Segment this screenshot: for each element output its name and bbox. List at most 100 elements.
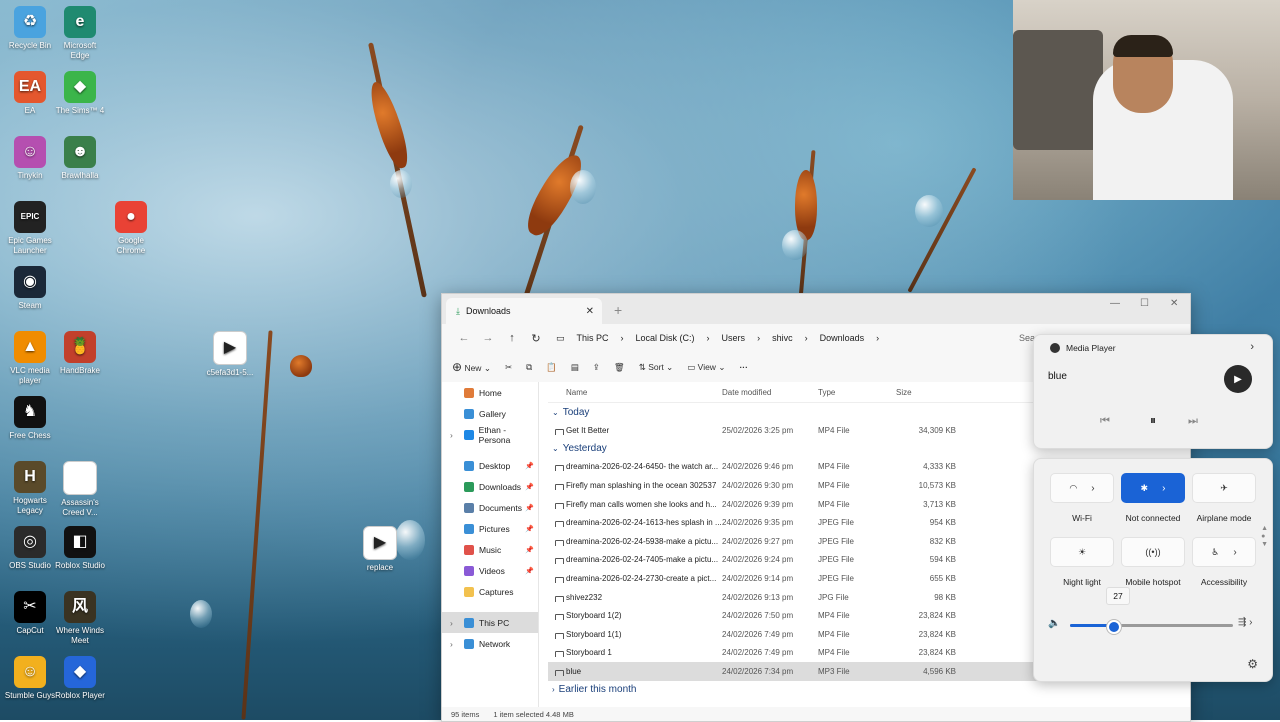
desktop-icon[interactable]: Assassin's Creed V... [54, 461, 106, 518]
pause-button[interactable]: ⏸ [1142, 413, 1164, 433]
chevron-right-icon[interactable]: › [1250, 341, 1254, 353]
desktop-icon-label: replace [366, 563, 394, 572]
view-button[interactable]: ▭ View ⌄ [687, 362, 725, 373]
nav-item-pictures[interactable]: Pictures 📌 [442, 518, 538, 539]
chevron-right-icon[interactable]: › [876, 333, 879, 343]
desktop-icon[interactable]: ◉ Steam [4, 266, 56, 311]
breadcrumb-item[interactable]: Local Disk (C:) [636, 333, 695, 343]
chevron-right-icon[interactable]: › [805, 333, 808, 343]
desktop-icon[interactable]: ♻ Recycle Bin [4, 6, 56, 51]
tab-downloads[interactable]: ⤓ Downloads ✕ [446, 298, 602, 324]
desktop-icon[interactable]: ✂ CapCut [4, 591, 56, 636]
desktop-icon[interactable]: ● Google Chrome [105, 201, 157, 256]
desktop-icon[interactable]: 🍍 HandBrake [54, 331, 106, 376]
file-type: MP4 File [818, 480, 850, 490]
tile-wi-fi[interactable]: ◠ › [1050, 473, 1114, 503]
desktop-icon[interactable]: e Microsoft Edge [54, 6, 106, 61]
audio-output-icon[interactable]: ⇶ › [1238, 617, 1253, 628]
column-header[interactable]: Date modified [722, 388, 818, 397]
nav-item-home[interactable]: Home [442, 382, 538, 403]
close-tab-icon[interactable]: ✕ [586, 306, 594, 317]
nav-item-documents[interactable]: Documents 📌 [442, 497, 538, 518]
column-header[interactable]: Type [818, 388, 888, 397]
chevron-right-icon[interactable]: › [621, 333, 624, 343]
next-track-button[interactable]: ⏭ [1188, 415, 1198, 428]
desktop-icon[interactable]: ☺ Stumble Guys [4, 656, 56, 701]
paste-icon[interactable]: 📋 [546, 362, 557, 373]
file-name: dreamina-2026-02-24-5938-make a pictu... [548, 537, 722, 546]
nav-item-videos[interactable]: Videos 📌 [442, 560, 538, 581]
desktop-icon[interactable]: ☻ Brawlhalla [54, 136, 106, 181]
desktop-icon[interactable]: ◧ Roblox Studio [54, 526, 106, 571]
chevron-right-icon[interactable]: › [757, 333, 760, 343]
nav-item-downloads[interactable]: Downloads 📌 [442, 476, 538, 497]
previous-track-button[interactable]: ⏮ [1100, 415, 1110, 428]
nav-item-music[interactable]: Music 📌 [442, 539, 538, 560]
breadcrumb-items: This PC › Local Disk (C:) › Users › shivc › Down… [577, 333, 880, 343]
breadcrumb-item[interactable]: shivc [772, 333, 793, 343]
desktop-icon[interactable]: ♞ Free Chess [4, 396, 56, 441]
copy-icon[interactable]: ⧉ [526, 362, 532, 373]
chevron-right-icon[interactable]: › [450, 639, 453, 649]
speaker-icon[interactable]: 🔈 [1048, 618, 1060, 629]
desktop-icon[interactable]: ◆ The Sims™ 4 [54, 71, 106, 116]
desktop-icon[interactable]: EA EA [4, 71, 56, 116]
minimize-icon[interactable]: — [1110, 298, 1120, 309]
chevron-right-icon[interactable]: › [707, 333, 710, 343]
up-icon[interactable]: ↑ [500, 332, 524, 344]
tile-accessibility[interactable]: ♿ › [1192, 537, 1256, 567]
back-icon[interactable]: ← [452, 332, 476, 344]
volume-thumb[interactable] [1107, 620, 1121, 634]
tile-mobile-hotspot[interactable]: ((•)) [1121, 537, 1185, 567]
delete-icon[interactable]: 🗑 [614, 362, 625, 373]
nav-item-gallery[interactable]: Gallery [442, 403, 538, 424]
more-icon[interactable]: ··· [739, 362, 748, 372]
breadcrumb-item[interactable]: This PC [577, 333, 609, 343]
nav-item-ethan-persona[interactable]: › Ethan - Persona [442, 424, 538, 445]
tile-airplane-mode[interactable]: ✈ [1192, 473, 1256, 503]
desktop-icon[interactable]: EPIC Epic Games Launcher [4, 201, 56, 256]
chevron-right-icon[interactable]: › [450, 430, 453, 440]
breadcrumb-item[interactable]: Downloads [820, 333, 865, 343]
nav-item-desktop[interactable]: Desktop 📌 [442, 455, 538, 476]
close-window-icon[interactable]: ✕ [1170, 298, 1178, 309]
new-tab-button[interactable]: + [614, 302, 622, 318]
maximize-icon[interactable]: ☐ [1140, 298, 1149, 309]
breadcrumb[interactable]: ▭ This PC › Local Disk (C:) › Users › shivc › Do… [556, 333, 879, 344]
settings-gear-icon[interactable]: ⚙ [1247, 657, 1258, 671]
chevron-right-icon[interactable]: › [1162, 483, 1165, 494]
refresh-icon[interactable]: ↻ [524, 332, 548, 345]
desktop-icon[interactable]: ▶ replace [354, 526, 406, 573]
desktop-icon[interactable]: ◎ OBS Studio [4, 526, 56, 571]
desktop-icon[interactable]: ▶ c5efa3d1-5... [204, 331, 256, 378]
forward-icon[interactable]: → [476, 332, 500, 344]
chevron-right-icon[interactable]: › [1091, 483, 1094, 494]
nav-item-captures[interactable]: Captures [442, 581, 538, 602]
file-icon [555, 576, 564, 583]
nav-item-this-pc[interactable]: › This PC [442, 612, 538, 633]
scroll-indicator: ▲ ● ▼ [1261, 525, 1268, 548]
desktop-icon-label: Recycle Bin [8, 41, 52, 50]
new-button[interactable]: ⊕ New ⌄ [452, 360, 491, 374]
chevron-right-icon[interactable]: › [450, 618, 453, 628]
breadcrumb-item[interactable]: Users [722, 333, 746, 343]
chevron-right-icon[interactable]: › [1233, 547, 1236, 558]
rename-icon[interactable]: ▤ [571, 362, 579, 373]
desktop-icon[interactable]: 风 Where Winds Meet [54, 591, 106, 646]
tile-night-light[interactable]: ☀ [1050, 537, 1114, 567]
accessibility-icon: ♿ [1211, 546, 1220, 557]
desktop-icon[interactable]: ☺ Tinykin [4, 136, 56, 181]
share-icon[interactable]: ⇪ [593, 362, 600, 373]
sort-button[interactable]: ⇅ Sort ⌄ [639, 362, 674, 373]
column-header[interactable]: Name [548, 388, 722, 397]
desktop-icon[interactable]: ▲ VLC media player [4, 331, 56, 386]
desktop-icon[interactable]: H Hogwarts Legacy [4, 461, 56, 516]
file-date: 24/02/2026 9:35 pm [722, 518, 794, 528]
cut-icon[interactable]: ✂ [505, 362, 512, 373]
desktop-icon[interactable]: ◆ Roblox Player [54, 656, 106, 701]
tile-not-connected[interactable]: ✱ › [1121, 473, 1185, 503]
volume-slider[interactable] [1070, 620, 1233, 634]
nav-item-network[interactable]: › Network [442, 633, 538, 654]
group-earlier-this-month[interactable]: › Earlier this month [548, 681, 1190, 699]
column-header[interactable]: Size [888, 388, 964, 397]
